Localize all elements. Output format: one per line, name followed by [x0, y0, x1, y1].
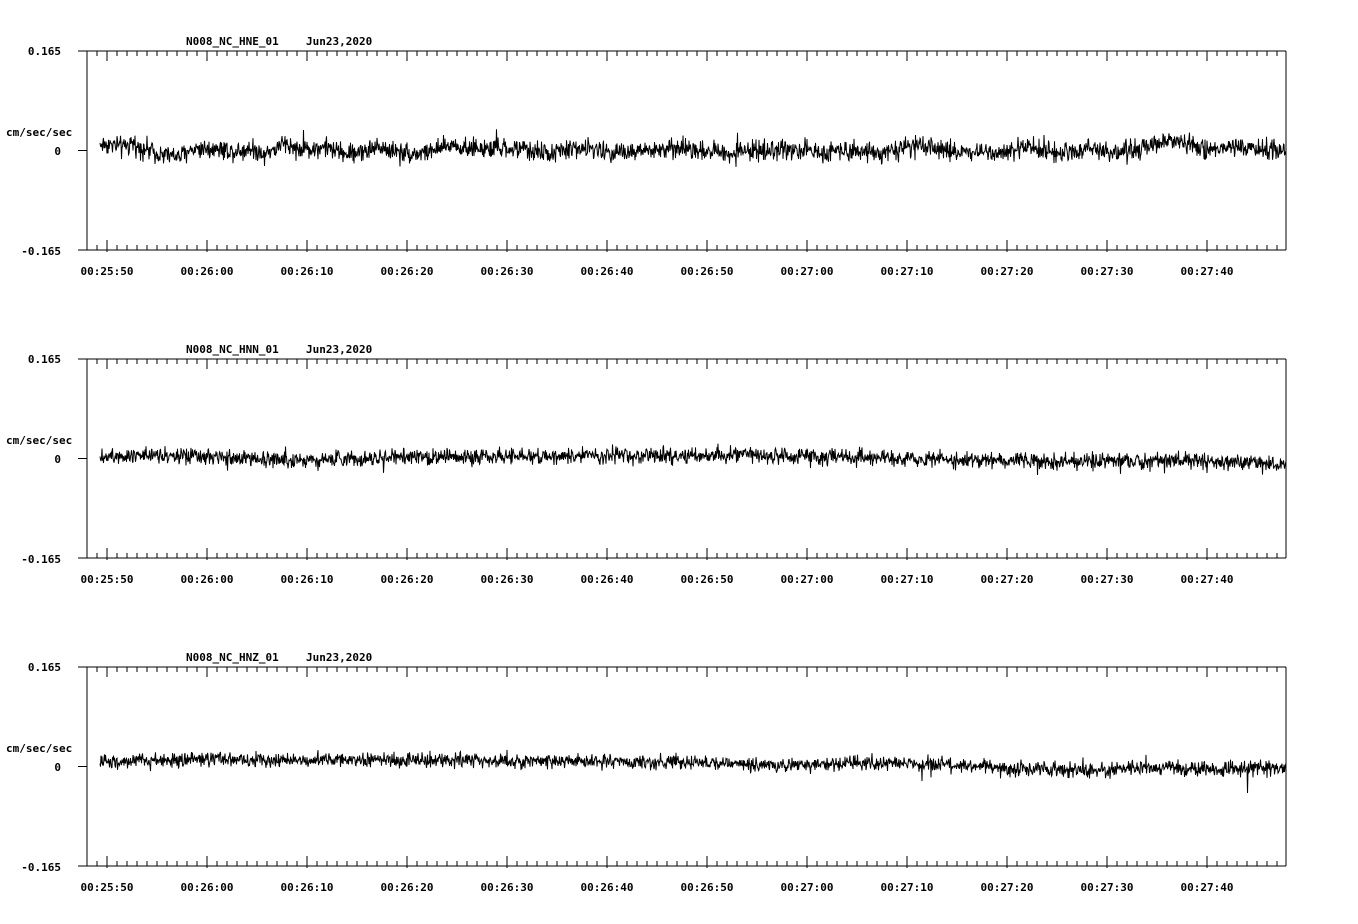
x-tick-label: 00:25:50	[81, 573, 134, 586]
x-tick-label: 00:26:00	[181, 573, 234, 586]
x-tick-label: 00:26:30	[481, 265, 534, 278]
x-tick-label: 00:27:30	[1081, 573, 1134, 586]
x-tick-label: 00:27:20	[981, 265, 1034, 278]
x-tick-label: 00:27:00	[781, 881, 834, 894]
x-tick-label: 00:27:30	[1081, 881, 1134, 894]
seismogram-figure: N008_NC_HNE_01 Jun23,2020 0.165 0 -0.165…	[6, 35, 1287, 894]
x-tick-label: 00:27:20	[981, 573, 1034, 586]
x-tick-label: 00:26:50	[681, 265, 734, 278]
x-tick-label: 00:25:50	[81, 265, 134, 278]
ytick-label-zero: 0	[54, 145, 61, 158]
x-tick-label: 00:26:20	[381, 573, 434, 586]
x-tick-label: 00:27:40	[1181, 265, 1234, 278]
ytick-label-zero: 0	[54, 761, 61, 774]
x-tick-label: 00:27:30	[1081, 265, 1134, 278]
panel-hnn: N008_NC_HNN_01 Jun23,2020 0.165 0 -0.165…	[6, 343, 1287, 586]
x-axis-frame	[86, 666, 1287, 868]
x-tick-label: 00:27:40	[1181, 881, 1234, 894]
ytick-label-zero: 0	[54, 453, 61, 466]
x-tick-label: 00:26:30	[481, 573, 534, 586]
ytick-label-top: 0.165	[28, 353, 61, 366]
x-tick-label: 00:26:10	[281, 573, 334, 586]
x-tick-label: 00:27:10	[881, 265, 934, 278]
station-label: N008_NC_HNN_01	[186, 343, 279, 356]
x-tick-labels: 00:25:50 00:26:00 00:26:10 00:26:20 00:26:30…	[81, 573, 1234, 586]
y-axis-line	[78, 358, 88, 559]
waveform-trace	[99, 129, 1287, 167]
x-tick-label: 00:26:30	[481, 881, 534, 894]
x-tick-label: 00:26:50	[681, 881, 734, 894]
panel-hnz: N008_NC_HNZ_01 Jun23,2020 0.165 0 -0.165…	[6, 651, 1287, 894]
panel-hne: N008_NC_HNE_01 Jun23,2020 0.165 0 -0.165…	[6, 35, 1287, 278]
y-axis-label: cm/sec/sec	[6, 434, 72, 447]
date-label: Jun23,2020	[306, 35, 372, 48]
station-label: N008_NC_HNE_01	[186, 35, 279, 48]
ytick-label-top: 0.165	[28, 661, 61, 674]
x-tick-label: 00:27:10	[881, 881, 934, 894]
ytick-label-bottom: -0.165	[21, 861, 61, 874]
y-axis-line	[78, 50, 88, 251]
x-tick-label: 00:27:10	[881, 573, 934, 586]
y-axis-label: cm/sec/sec	[6, 742, 72, 755]
x-tick-labels: 00:25:50 00:26:00 00:26:10 00:26:20 00:26:30…	[81, 881, 1234, 894]
y-axis-label: cm/sec/sec	[6, 126, 72, 139]
x-tick-label: 00:26:10	[281, 881, 334, 894]
x-tick-label: 00:26:00	[181, 265, 234, 278]
waveform-trace	[99, 749, 1287, 794]
x-tick-label: 00:26:00	[181, 881, 234, 894]
date-label: Jun23,2020	[306, 343, 372, 356]
x-tick-labels: 00:25:50 00:26:00 00:26:10 00:26:20 00:26:30…	[81, 265, 1234, 278]
x-tick-label: 00:26:20	[381, 265, 434, 278]
x-tick-label: 00:27:20	[981, 881, 1034, 894]
ytick-label-bottom: -0.165	[21, 553, 61, 566]
x-tick-label: 00:26:40	[581, 881, 634, 894]
waveform-trace	[99, 443, 1287, 476]
x-tick-label: 00:27:00	[781, 573, 834, 586]
x-tick-label: 00:26:50	[681, 573, 734, 586]
station-label: N008_NC_HNZ_01	[186, 651, 279, 664]
ytick-label-bottom: -0.165	[21, 245, 61, 258]
x-tick-label: 00:25:50	[81, 881, 134, 894]
x-tick-label: 00:26:10	[281, 265, 334, 278]
x-tick-label: 00:27:00	[781, 265, 834, 278]
x-tick-label: 00:26:20	[381, 881, 434, 894]
date-label: Jun23,2020	[306, 651, 372, 664]
x-tick-label: 00:26:40	[581, 265, 634, 278]
ytick-label-top: 0.165	[28, 45, 61, 58]
x-tick-label: 00:27:40	[1181, 573, 1234, 586]
x-tick-label: 00:26:40	[581, 573, 634, 586]
y-axis-line	[78, 666, 88, 867]
